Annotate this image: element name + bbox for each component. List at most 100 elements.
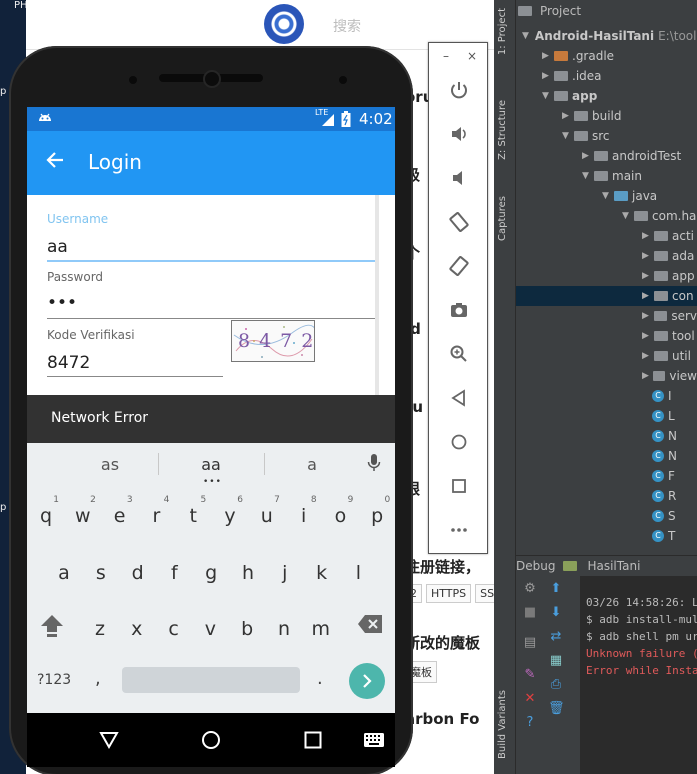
keyboard-switch-icon[interactable] [363,729,385,751]
collapsed-arrow-icon[interactable]: ▶ [642,311,652,321]
password-field[interactable]: ••• [47,293,77,313]
expanded-arrow-icon[interactable]: ▼ [622,211,632,221]
tab-project[interactable]: 1: Project [497,8,508,55]
volume-down-icon[interactable] [446,165,472,191]
tab-captures[interactable]: Captures [497,196,508,241]
expanded-arrow-icon[interactable]: ▼ [602,191,612,201]
symbols-key[interactable]: ?123 [37,672,71,688]
nav-home-icon[interactable] [200,729,222,751]
key-f[interactable]: f [157,550,191,594]
back-arrow-icon[interactable] [44,149,66,177]
tree-item[interactable]: ▶ serv [516,306,697,326]
web-search-input[interactable]: 搜索 [333,16,361,36]
collapsed-arrow-icon[interactable]: ▶ [582,151,592,161]
collapsed-arrow-icon[interactable]: ▶ [642,231,652,241]
power-icon[interactable] [446,77,472,103]
tree-item[interactable]: ▼ com.ha [516,206,697,226]
nav-recents-icon[interactable] [302,729,324,751]
print-icon[interactable]: ⎙ [548,678,564,692]
enter-key[interactable] [349,663,385,699]
tree-item[interactable]: ▶ acti [516,226,697,246]
stop-icon[interactable]: ■ [522,606,538,620]
key-j[interactable]: j [268,550,302,594]
collapsed-arrow-icon[interactable]: ▶ [642,271,652,281]
tree-item[interactable]: ▶ app [516,266,697,286]
tree-item[interactable]: ▶ androidTest [516,146,697,166]
rerun-icon[interactable]: ⚙ [522,582,538,596]
verification-field[interactable]: 8472 [47,353,90,373]
expanded-arrow-icon[interactable]: ▼ [522,31,529,41]
collapsed-arrow-icon[interactable]: ▶ [562,111,572,121]
key-r[interactable]: 4r [139,493,173,537]
key-g[interactable]: g [194,550,228,594]
camera-icon[interactable] [446,297,472,323]
nav-back-icon[interactable] [98,729,120,751]
filter-icon[interactable]: ▦ [548,654,564,668]
key-e[interactable]: 3e [103,493,137,537]
tree-item[interactable]: CT [516,526,697,546]
key-y[interactable]: 6y [213,493,247,537]
key-h[interactable]: h [231,550,265,594]
key-w[interactable]: 2w [66,493,100,537]
tree-item[interactable]: CN [516,426,697,446]
period-key[interactable]: . [317,668,323,689]
key-x[interactable]: x [120,606,154,650]
key-u[interactable]: 7u [250,493,284,537]
comma-key[interactable]: , [95,668,101,689]
key-b[interactable]: b [230,606,264,650]
key-i[interactable]: 8i [287,493,321,537]
scroll-down-icon[interactable]: ⬇ [548,606,564,620]
more-icon[interactable] [446,517,472,543]
key-p[interactable]: 0p [360,493,394,537]
project-header[interactable]: Project [516,4,581,18]
volume-up-icon[interactable] [446,121,472,147]
collapsed-arrow-icon[interactable]: ▶ [642,251,652,261]
key-l[interactable]: l [341,550,375,594]
collapsed-arrow-icon[interactable]: ▶ [542,51,552,61]
soft-wrap-icon[interactable]: ⇄ [548,630,564,644]
tree-item[interactable]: ▼ java [516,186,697,206]
captcha-image[interactable]: 8472 [231,320,315,362]
tree-item[interactable]: CI [516,386,697,406]
key-a[interactable]: a [47,550,81,594]
suggestion-item[interactable]: a [252,455,372,474]
form-scrollbar[interactable] [375,195,379,395]
tree-item[interactable]: CN [516,446,697,466]
tree-item[interactable]: CF [516,466,697,486]
key-t[interactable]: 5t [176,493,210,537]
key-n[interactable]: n [267,606,301,650]
tree-item[interactable]: ▼ main [516,166,697,186]
collapsed-arrow-icon[interactable]: ▶ [642,331,652,341]
key-s[interactable]: s [84,550,118,594]
minimize-button[interactable]: – [443,49,449,63]
pin-icon[interactable]: ✎ [522,668,538,682]
expanded-arrow-icon[interactable]: ▼ [562,131,572,141]
tree-item[interactable]: CL [516,406,697,426]
tree-item[interactable]: ▶ con [516,286,697,306]
collapsed-arrow-icon[interactable]: ▶ [542,71,552,81]
close-button[interactable]: × [467,49,477,63]
tree-item[interactable]: ▼ app [516,86,697,106]
debug-config-label[interactable]: HasilTani [587,559,640,573]
scroll-up-icon[interactable]: ⬆ [548,582,564,596]
web-tag[interactable]: HTTPS [426,584,472,603]
tree-item[interactable]: ▼ src [516,126,697,146]
tree-item[interactable]: CS [516,506,697,526]
site-logo-icon[interactable] [264,4,304,44]
overview-icon[interactable] [446,473,472,499]
key-d[interactable]: d [121,550,155,594]
tree-item[interactable]: ▶ .gradle [516,46,697,66]
debug-tab-label[interactable]: Debug [516,559,555,573]
key-q[interactable]: 1q [29,493,63,537]
tab-structure[interactable]: Z: Structure [497,100,508,160]
key-o[interactable]: 9o [323,493,357,537]
key-k[interactable]: k [305,550,339,594]
tree-item[interactable]: ▼ Android-HasilTaniE:\tools [516,26,697,46]
expanded-arrow-icon[interactable]: ▼ [582,171,592,181]
backspace-icon[interactable] [357,614,383,638]
tree-item[interactable]: ▶ ada [516,246,697,266]
tree-item[interactable]: ▶ build [516,106,697,126]
trash-icon[interactable]: 🗑 [548,702,565,716]
key-z[interactable]: z [83,606,117,650]
expanded-arrow-icon[interactable]: ▼ [542,91,552,101]
